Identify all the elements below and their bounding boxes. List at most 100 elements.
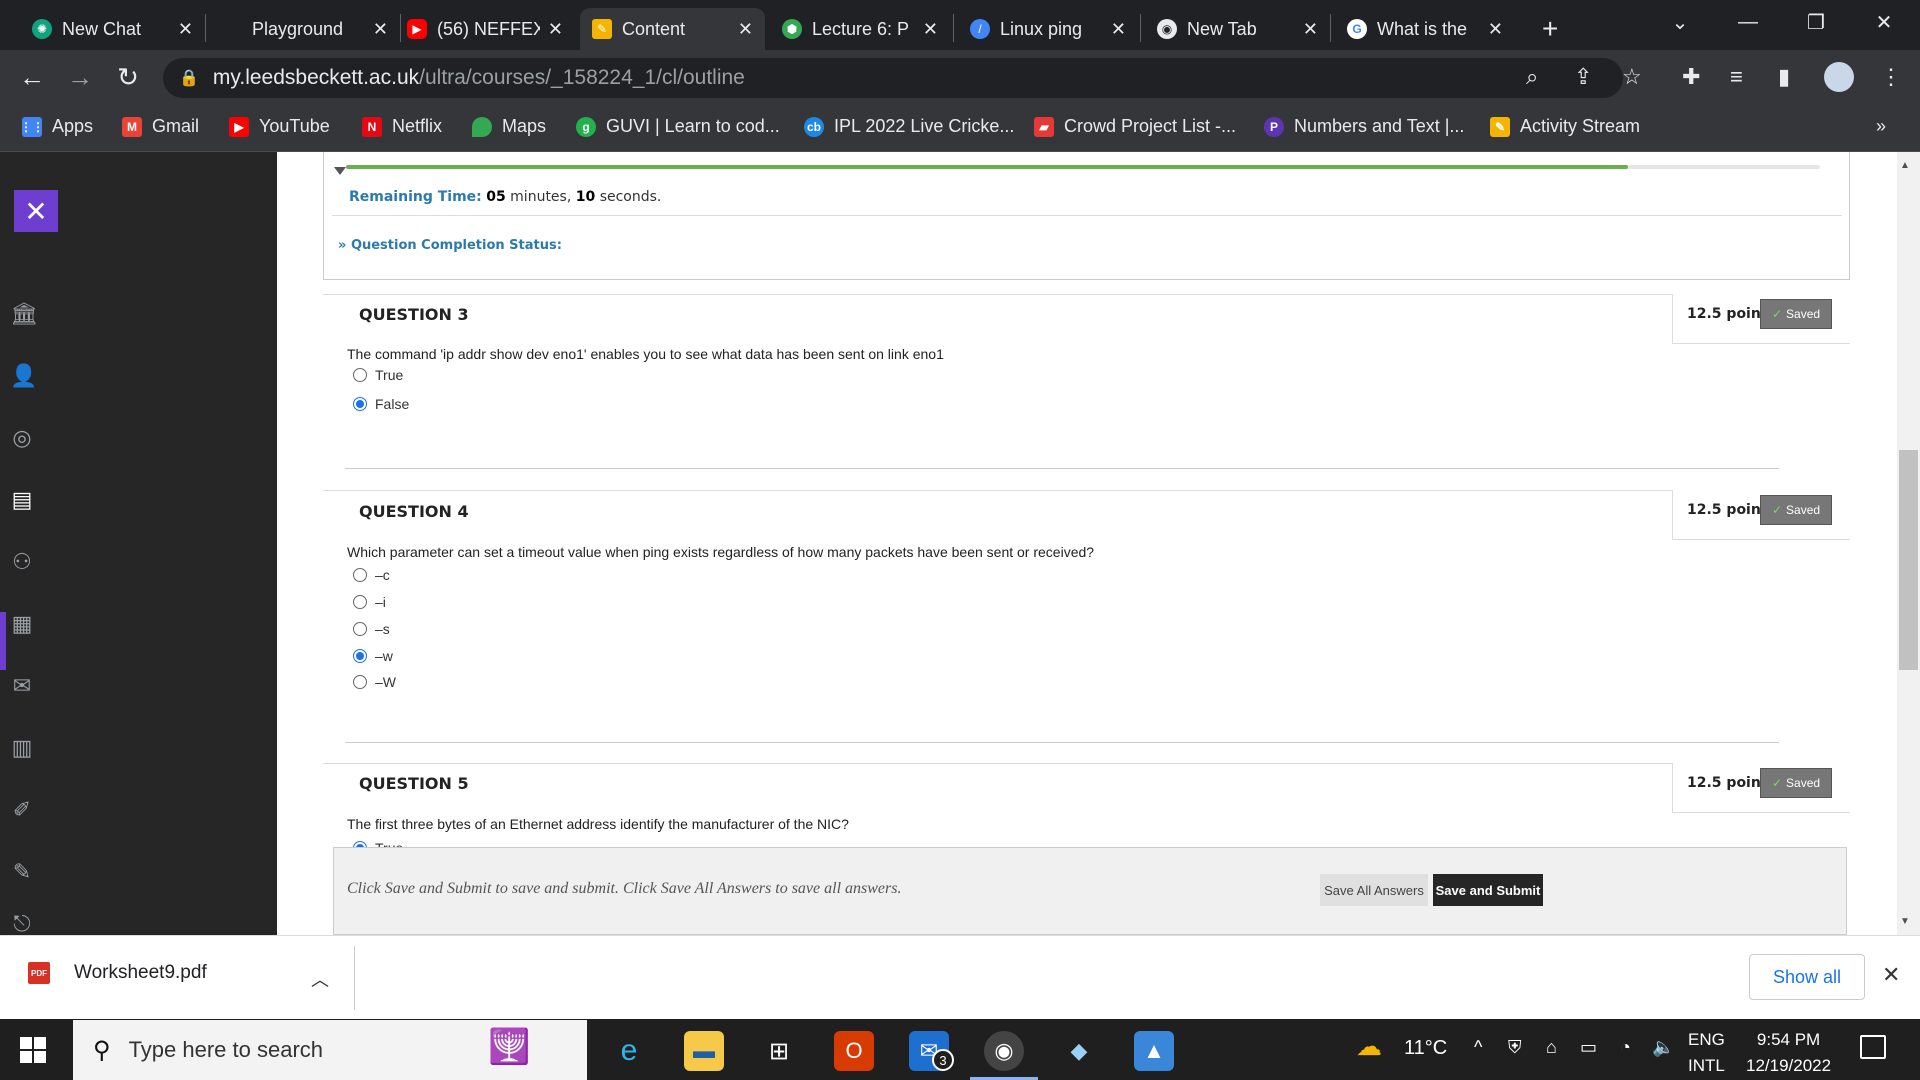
option-s[interactable]: –s [353, 621, 390, 637]
profile-avatar[interactable] [1824, 62, 1854, 92]
bookmark-gmail[interactable]: M Gmail [122, 116, 199, 137]
wifi-icon[interactable]: ◔ [1620, 1037, 1631, 1058]
tab-lecture[interactable]: ⬢ Lecture 6: P ✕ [770, 8, 950, 50]
windows-start-button[interactable] [20, 1037, 46, 1063]
tray-chevron-up-icon[interactable]: ^ [1474, 1037, 1482, 1058]
media-queue-icon[interactable]: ≡ [1730, 64, 1743, 90]
minimize-button[interactable]: — [1718, 0, 1778, 44]
meet-now-icon[interactable]: ⌂ [1546, 1037, 1557, 1058]
bookmark-guvi[interactable]: g GUVI | Learn to cod... [576, 116, 780, 137]
close-tab-icon[interactable]: ✕ [1488, 19, 1503, 40]
close-tab-icon[interactable]: ✕ [548, 19, 563, 40]
radio-button-selected[interactable] [353, 649, 367, 663]
courses-icon[interactable]: ▤ [10, 488, 34, 512]
more-bookmarks-chevron-icon[interactable]: » [1876, 116, 1886, 137]
bookmark-crowd-project[interactable]: ▰ Crowd Project List -... [1034, 116, 1236, 137]
edit-icon[interactable]: ✎ [10, 860, 34, 884]
scroll-up-arrow-icon[interactable]: ▲ [1900, 160, 1910, 171]
notepad-icon[interactable]: ◆ [1059, 1031, 1099, 1071]
notification-center-icon[interactable] [1860, 1035, 1886, 1059]
option-W-upper[interactable]: –W [353, 674, 396, 690]
office-icon[interactable]: O [834, 1031, 874, 1071]
groups-icon[interactable]: ⚇ [10, 550, 34, 574]
institution-icon[interactable]: 🏛 [10, 302, 38, 326]
tab-playground[interactable]: Playground ✕ [210, 8, 400, 50]
radio-button[interactable] [353, 595, 367, 609]
new-tab-button[interactable]: + [1530, 8, 1570, 50]
bookmark-maps[interactable]: Maps [472, 116, 546, 137]
address-bar[interactable]: 🔒 my.leedsbeckett.ac.uk/ultra/courses/_1… [163, 58, 1623, 98]
tab-new-tab[interactable]: ◉ New Tab ✕ [1145, 8, 1330, 50]
bookmark-apps[interactable]: ⋮⋮ Apps [20, 116, 93, 137]
tab-youtube[interactable]: ▶ (56) NEFFEX ✕ [395, 8, 575, 50]
collapse-caret-icon[interactable] [334, 167, 346, 175]
tools-icon[interactable]: ✐ [10, 798, 34, 822]
save-and-submit-button[interactable]: Save and Submit [1433, 874, 1543, 906]
calendar-icon[interactable]: ▦ [10, 612, 34, 636]
bookmark-numbers-text[interactable]: P Numbers and Text |... [1264, 116, 1464, 137]
download-item[interactable]: PDF Worksheet9.pdf [28, 962, 207, 984]
radio-button[interactable] [353, 622, 367, 636]
edge-icon[interactable]: e [609, 1031, 649, 1071]
close-tab-icon[interactable]: ✕ [373, 19, 388, 40]
sign-out-icon[interactable]: ⎋ [10, 912, 34, 936]
close-tab-icon[interactable]: ✕ [923, 19, 938, 40]
tab-content[interactable]: ✎ Content ✕ [580, 8, 765, 50]
messages-icon[interactable]: ✉ [10, 674, 34, 698]
close-download-shelf-icon[interactable]: ✕ [1882, 962, 1900, 988]
menorah-doodle-icon[interactable]: 🕎 [488, 1027, 530, 1067]
side-panel-icon[interactable]: ▮ [1778, 64, 1790, 90]
bookmark-youtube[interactable]: ▶ YouTube [229, 116, 330, 137]
tab-google-search[interactable]: G What is the ✕ [1335, 8, 1515, 50]
back-button[interactable]: ← [16, 62, 48, 93]
tab-linux-ping[interactable]: / Linux ping ✕ [958, 8, 1138, 50]
close-tab-icon[interactable]: ✕ [178, 19, 193, 40]
close-window-button[interactable]: ✕ [1854, 0, 1914, 44]
chevron-up-icon[interactable]: ︿ [311, 966, 329, 992]
show-all-button[interactable]: Show all [1749, 954, 1865, 1000]
forward-button[interactable]: → [64, 62, 96, 93]
option-false[interactable]: False [353, 396, 409, 412]
save-all-answers-button[interactable]: Save All Answers [1320, 874, 1428, 906]
scrollbar-thumb[interactable] [1899, 450, 1918, 670]
zoom-icon[interactable]: ⌕ [1526, 64, 1538, 90]
chrome-taskbar-icon[interactable]: ◉ [984, 1031, 1024, 1071]
bookmark-activity-stream[interactable]: ✎ Activity Stream [1490, 116, 1640, 137]
system-clock[interactable]: 9:54 PM 12/19/2022 [1746, 1027, 1831, 1079]
scroll-down-arrow-icon[interactable]: ▼ [1900, 916, 1910, 927]
close-tab-icon[interactable]: ✕ [1303, 19, 1318, 40]
reload-button[interactable]: ↻ [112, 62, 144, 93]
option-w[interactable]: –w [353, 648, 393, 664]
option-true[interactable]: True [353, 367, 403, 383]
option-c[interactable]: –c [353, 567, 390, 583]
close-tab-icon[interactable]: ✕ [738, 19, 753, 40]
globe-icon[interactable]: ◎ [10, 426, 34, 450]
battery-icon[interactable]: ▭ [1580, 1037, 1597, 1058]
close-tab-icon[interactable]: ✕ [1111, 19, 1126, 40]
radio-button[interactable] [353, 675, 367, 689]
volume-icon[interactable]: 🔈 [1652, 1037, 1674, 1058]
weather-icon[interactable]: ☁ [1356, 1031, 1382, 1062]
grades-icon[interactable]: ▥ [10, 736, 34, 760]
menu-kebab-icon[interactable]: ⋮ [1880, 64, 1902, 90]
photos-icon[interactable]: ▲ [1134, 1031, 1174, 1071]
restore-button[interactable]: ❐ [1786, 0, 1846, 44]
tab-search-chevron-icon[interactable]: ⌄ [1650, 0, 1710, 44]
security-shield-icon[interactable]: ⛨ [1508, 1037, 1522, 1058]
close-panel-button[interactable]: ✕ [14, 190, 58, 232]
user-icon[interactable]: 👤 [10, 364, 37, 388]
radio-button-selected[interactable] [353, 397, 367, 411]
bookmark-netflix[interactable]: N Netflix [362, 116, 442, 137]
microsoft-store-icon[interactable]: ⊞ [759, 1031, 799, 1071]
radio-button[interactable] [353, 568, 367, 582]
bookmark-ipl[interactable]: cb IPL 2022 Live Cricke... [804, 116, 1014, 137]
tab-new-chat[interactable]: ✺ New Chat ✕ [20, 8, 205, 50]
temperature[interactable]: 11°C [1404, 1037, 1447, 1060]
radio-button[interactable] [353, 368, 367, 382]
question-completion-status[interactable]: » Question Completion Status: [338, 238, 562, 253]
extensions-icon[interactable]: ✚ [1682, 64, 1700, 90]
input-language[interactable]: ENG INTL [1688, 1027, 1725, 1079]
option-i[interactable]: –i [353, 594, 386, 610]
bookmark-star-icon[interactable]: ☆ [1622, 64, 1642, 90]
share-icon[interactable]: ⇪ [1574, 64, 1592, 90]
